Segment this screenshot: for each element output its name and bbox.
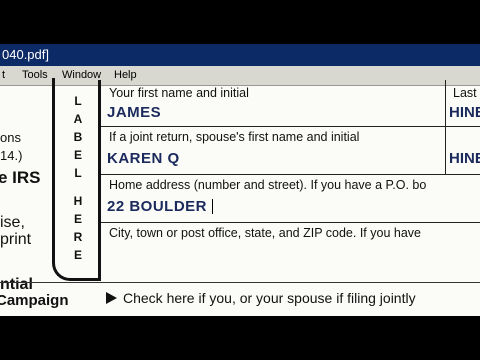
city-row: City, town or post office, state, and ZI… <box>101 222 480 276</box>
spouse-first-name-field[interactable]: KAREN Q <box>107 150 180 167</box>
pdf-viewer-window: 040.pdf] t Tools Window Help ons 14.) e … <box>0 44 480 316</box>
text-cursor <box>212 199 213 214</box>
margin-text: ons <box>0 130 21 145</box>
home-address-field[interactable]: 22 BOULDER <box>107 198 207 215</box>
city-caption: City, town or post office, state, and ZI… <box>109 226 421 240</box>
label-letter: E <box>73 212 82 226</box>
label-letter: E <box>73 148 82 162</box>
campaign-check-text: Check here if you, or your spouse if fil… <box>106 290 416 306</box>
document-page: ons 14.) e IRS ise, print ntial Campaign… <box>0 78 480 316</box>
label-letter: R <box>73 230 83 244</box>
label-letter: E <box>73 248 82 262</box>
column-divider <box>445 80 446 126</box>
spouse-last-name-field[interactable]: HINE <box>449 150 480 167</box>
window-title: 040.pdf] <box>2 47 49 62</box>
menu-item-tools[interactable]: Tools <box>22 66 48 85</box>
margin-text: 14.) <box>0 148 23 163</box>
arrow-right-icon <box>106 292 117 304</box>
spouse-name-row: If a joint return, spouse's first name a… <box>101 126 480 175</box>
campaign-check-label: Check here if you, or your spouse if fil… <box>123 290 416 306</box>
label-letter: L <box>74 94 82 108</box>
label-letter: H <box>73 194 83 208</box>
margin-text: e IRS <box>0 168 41 187</box>
home-address-caption: Home address (number and street). If you… <box>109 178 427 192</box>
label-letter: B <box>73 130 83 144</box>
label-letter: A <box>73 112 83 126</box>
last-name-caption: Last <box>453 86 477 100</box>
name-address-form: Your first name and initial JAMES Last H… <box>98 80 480 280</box>
last-name-field[interactable]: HINE <box>449 104 480 121</box>
label-here-column: L A B E L H E R E <box>68 86 88 286</box>
margin-text: print <box>0 231 32 248</box>
spouse-name-caption: If a joint return, spouse's first name a… <box>109 130 360 144</box>
home-address-row: Home address (number and street). If you… <box>101 174 480 223</box>
first-name-caption: Your first name and initial <box>109 86 249 100</box>
first-name-row: Your first name and initial JAMES Last H… <box>101 80 480 127</box>
first-name-field[interactable]: JAMES <box>107 104 161 121</box>
margin-text: Campaign <box>0 292 69 309</box>
window-title-bar: 040.pdf] <box>0 44 480 66</box>
menu-item-partial[interactable]: t <box>2 66 5 85</box>
margin-text: ise, <box>0 214 25 231</box>
column-divider <box>445 126 446 174</box>
section-divider <box>0 282 480 283</box>
label-letter: L <box>74 166 82 180</box>
